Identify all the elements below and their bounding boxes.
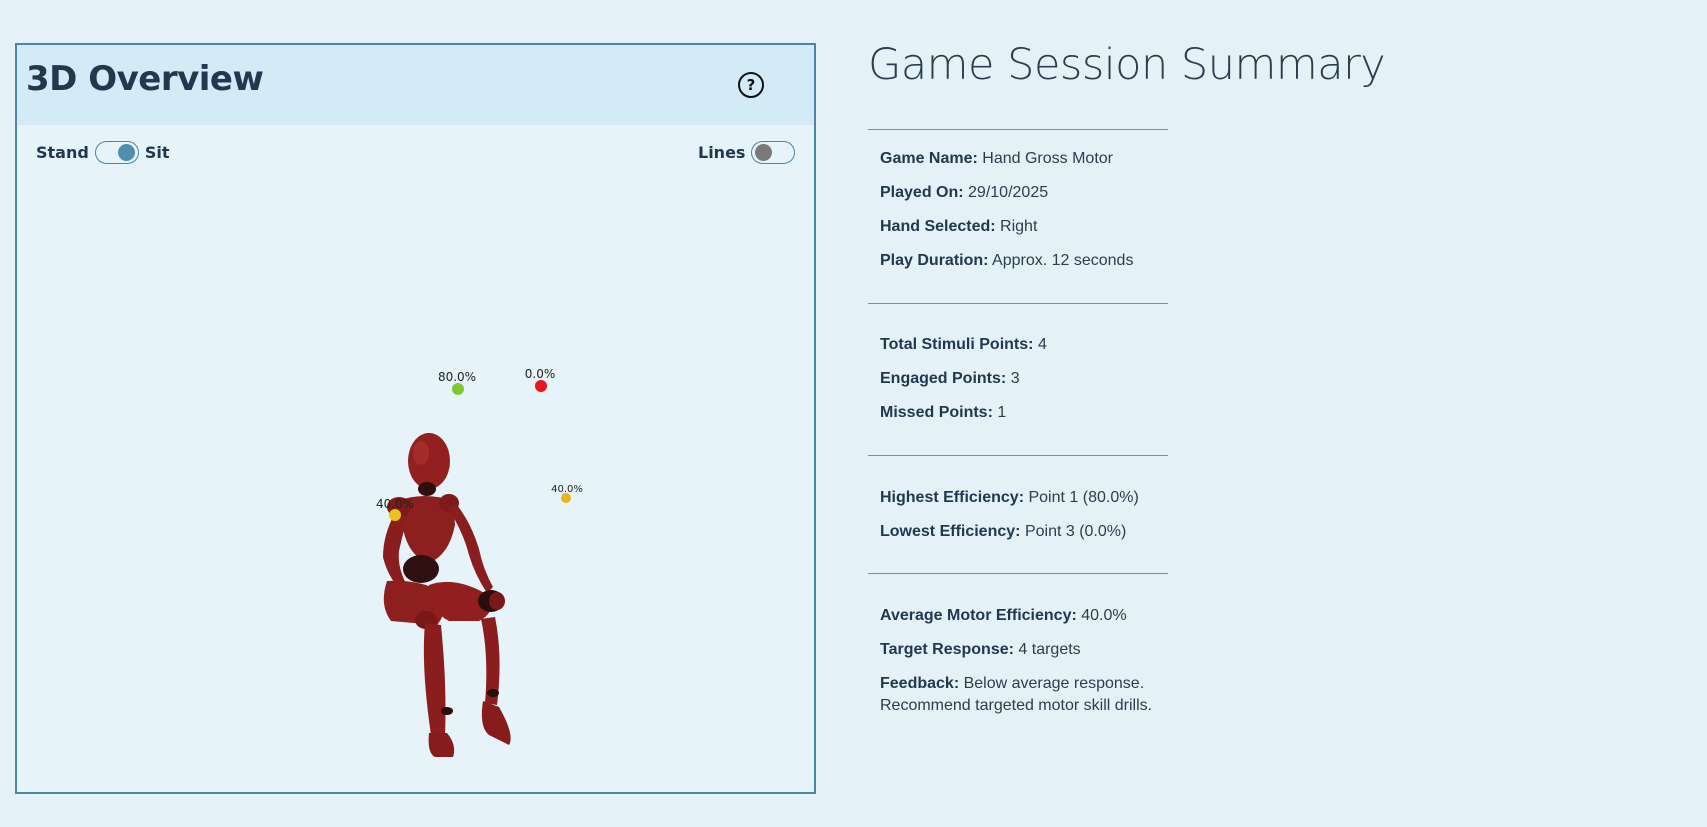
point-4-label: 40.0% (551, 484, 583, 495)
posture-toggle[interactable] (94, 141, 139, 164)
lines-toggle[interactable] (751, 141, 796, 164)
point-3-label: 40.0% (376, 497, 414, 511)
lowest-efficiency-label: Lowest Efficiency: (880, 523, 1021, 540)
game-name-row: Game Name: Hand Gross Motor (880, 150, 1113, 168)
feedback-row: Feedback: Below average response. Recomm… (880, 673, 1155, 717)
divider (868, 303, 1168, 304)
stimulus-point-1[interactable]: 80.0% (438, 370, 476, 395)
seated-figure (383, 433, 511, 757)
hand-selected-row: Hand Selected: Right (880, 218, 1037, 236)
game-name-label: Game Name: (880, 150, 978, 167)
point-1-label: 80.0% (438, 370, 476, 384)
lowest-efficiency-row: Lowest Efficiency: Point 3 (0.0%) (880, 523, 1126, 541)
game-name-value: Hand Gross Motor (982, 150, 1113, 167)
play-duration-label: Play Duration: (880, 252, 989, 269)
average-efficiency-label: Average Motor Efficiency: (880, 607, 1077, 624)
help-icon[interactable]: ? (738, 72, 764, 98)
engaged-points-label: Engaged Points: (880, 370, 1007, 387)
target-response-label: Target Response: (880, 641, 1014, 658)
point-1-marker (452, 383, 464, 395)
lowest-efficiency-value: Point 3 (0.0%) (1024, 523, 1127, 540)
play-duration-row: Play Duration: Approx. 12 seconds (880, 252, 1133, 270)
overview-panel: 3D Overview ? Stand Sit Lines 80.0% 0.0%… (15, 43, 816, 794)
stimulus-point-4[interactable]: 40.0% (551, 484, 583, 503)
target-response-row: Target Response: 4 targets (880, 641, 1081, 659)
posture-toggle-knob (117, 144, 135, 161)
engaged-points-row: Engaged Points: 3 (880, 370, 1020, 388)
lines-toggle-group: Lines (698, 141, 796, 164)
played-on-label: Played On: (880, 184, 964, 201)
average-efficiency-value: 40.0% (1081, 607, 1127, 624)
highest-efficiency-label: Highest Efficiency: (880, 489, 1025, 506)
played-on-row: Played On: 29/10/2025 (880, 184, 1048, 202)
hand-selected-value: Right (1000, 218, 1038, 235)
point-4-marker (561, 493, 571, 503)
total-points-row: Total Stimuli Points: 4 (880, 336, 1047, 354)
lines-label: Lines (698, 143, 746, 162)
point-2-label: 0.0% (525, 367, 556, 381)
sit-label: Sit (144, 143, 170, 162)
play-duration-value: Approx. 12 seconds (992, 252, 1134, 269)
missed-points-value: 1 (997, 404, 1007, 421)
hand-selected-label: Hand Selected: (880, 218, 996, 235)
highest-efficiency-value: Point 1 (80.0%) (1028, 489, 1139, 506)
stimulus-point-2[interactable]: 0.0% (525, 367, 556, 392)
divider (868, 573, 1168, 574)
played-on-value: 29/10/2025 (968, 184, 1049, 201)
summary-title: Game Session Summary (868, 40, 1386, 90)
point-3-marker (389, 509, 401, 521)
engaged-points-value: 3 (1010, 370, 1020, 387)
feedback-label: Feedback: (880, 675, 960, 692)
highest-efficiency-row: Highest Efficiency: Point 1 (80.0%) (880, 489, 1139, 507)
point-2-marker (535, 380, 547, 392)
posture-toggle-group: Stand Sit (36, 141, 169, 164)
overview-header: 3D Overview ? (17, 45, 814, 125)
missed-points-label: Missed Points: (880, 404, 993, 421)
target-response-value: 4 targets (1018, 641, 1081, 658)
summary-section: Game Session Summary (868, 40, 1386, 90)
stimulus-point-3[interactable]: 40.0% (376, 497, 414, 521)
divider (868, 455, 1168, 456)
lines-toggle-knob (755, 144, 773, 161)
stand-label: Stand (36, 143, 89, 162)
overview-title: 3D Overview (26, 59, 264, 99)
missed-points-row: Missed Points: 1 (880, 404, 1006, 422)
total-points-label: Total Stimuli Points: (880, 336, 1034, 353)
average-efficiency-row: Average Motor Efficiency: 40.0% (880, 607, 1127, 625)
divider (868, 129, 1168, 130)
total-points-value: 4 (1037, 336, 1047, 353)
